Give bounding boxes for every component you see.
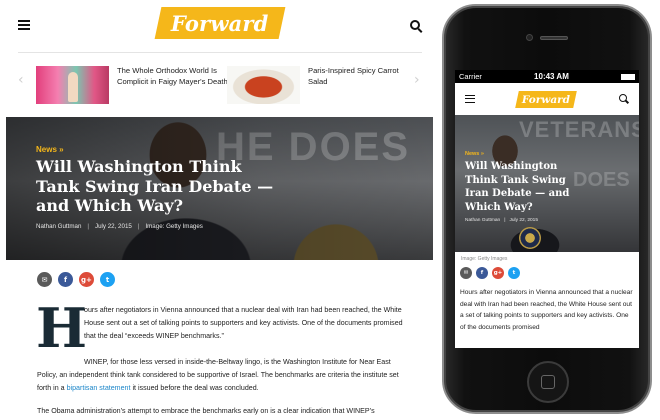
menu-icon[interactable]: [465, 95, 475, 103]
byline: Nathan Guttman | July 22, 2015: [465, 218, 538, 223]
hero-image: News » Will Washington Think Tank Swing …: [455, 115, 639, 252]
email-share-icon[interactable]: ✉: [460, 267, 472, 279]
clock: 10:43 AM: [534, 72, 569, 81]
byline: Nathan Guttman | July 22, 2015 | Image: …: [36, 223, 203, 230]
byline-separator: |: [137, 223, 140, 230]
related-title[interactable]: The Whole Orthodox World Is Complicit in…: [117, 66, 229, 104]
drop-cap: H: [36, 296, 88, 360]
search-icon[interactable]: [410, 20, 420, 30]
article-headline: Will Washington Think Tank Swing Iran De…: [465, 161, 570, 213]
paragraph-text: it issued before the deal was concluded.: [130, 384, 259, 392]
facebook-share-icon[interactable]: f: [58, 272, 73, 287]
share-bar: ✉ f g+ t: [455, 265, 639, 281]
publish-date: July 22, 2015: [95, 223, 132, 230]
forward-logo[interactable]: Forward: [515, 91, 577, 108]
menu-icon[interactable]: [18, 20, 30, 30]
mobile-header: Forward: [455, 83, 639, 115]
article-paragraph: Hours after negotiators in Vienna announ…: [460, 289, 633, 331]
mobile-screen: Carrier 10:43 AM Forward News » Will Was…: [455, 70, 639, 348]
search-icon[interactable]: [619, 94, 627, 102]
article-paragraph-1: ours after negotiators in Vienna announc…: [84, 306, 403, 340]
article-paragraph-2: WINEP, for those less versed in inside-t…: [37, 356, 407, 395]
presidential-seal: [519, 227, 541, 249]
twitter-share-icon[interactable]: t: [508, 267, 520, 279]
status-bar: Carrier 10:43 AM: [455, 70, 639, 83]
related-thumbnail[interactable]: [36, 66, 109, 104]
byline-separator: |: [87, 223, 90, 230]
battery-icon: [621, 73, 635, 80]
related-article-1[interactable]: The Whole Orthodox World Is Complicit in…: [36, 66, 229, 104]
article-headline: Will Washington Think Tank Swing Iran De…: [36, 157, 274, 215]
google-plus-share-icon[interactable]: g+: [492, 267, 504, 279]
facebook-share-icon[interactable]: f: [476, 267, 488, 279]
section-kicker[interactable]: News »: [465, 151, 484, 157]
section-kicker[interactable]: News »: [36, 145, 64, 154]
byline-separator: |: [504, 218, 506, 223]
bipartisan-statement-link[interactable]: bipartisan statement: [67, 384, 131, 392]
related-title[interactable]: Paris-Inspired Spicy Carrot Salad: [308, 66, 408, 104]
speaker-grille: [540, 36, 568, 40]
email-share-icon[interactable]: ✉: [37, 272, 52, 287]
image-credit: Image: Getty Images: [145, 223, 203, 230]
next-arrow-icon[interactable]: ›: [414, 72, 420, 88]
image-credit: Image: Getty Images: [461, 256, 508, 262]
google-plus-share-icon[interactable]: g+: [79, 272, 94, 287]
camera-icon: [526, 34, 533, 41]
related-thumbnail[interactable]: [227, 66, 300, 104]
article-paragraph-3: The Obama administration’s attempt to em…: [37, 407, 375, 415]
carrier-label: Carrier: [459, 72, 482, 81]
twitter-share-icon[interactable]: t: [100, 272, 115, 287]
share-bar: ✉ f g+ t: [37, 272, 115, 287]
logo-text: Forward: [521, 93, 571, 106]
forward-logo[interactable]: Forward: [154, 7, 286, 39]
author-name[interactable]: Nathan Guttman: [465, 218, 500, 223]
author-name[interactable]: Nathan Guttman: [36, 223, 81, 230]
hero-image: News » Will Washington Think Tank Swing …: [6, 117, 433, 260]
publish-date: July 22, 2015: [509, 218, 538, 223]
header-divider: [18, 52, 422, 53]
logo-text: Forward: [171, 10, 269, 36]
related-article-2[interactable]: Paris-Inspired Spicy Carrot Salad: [227, 66, 408, 104]
prev-arrow-icon[interactable]: ‹: [18, 72, 24, 88]
home-button[interactable]: [527, 361, 569, 403]
desktop-view: Forward ‹ The Whole Orthodox World Is Co…: [0, 0, 440, 420]
